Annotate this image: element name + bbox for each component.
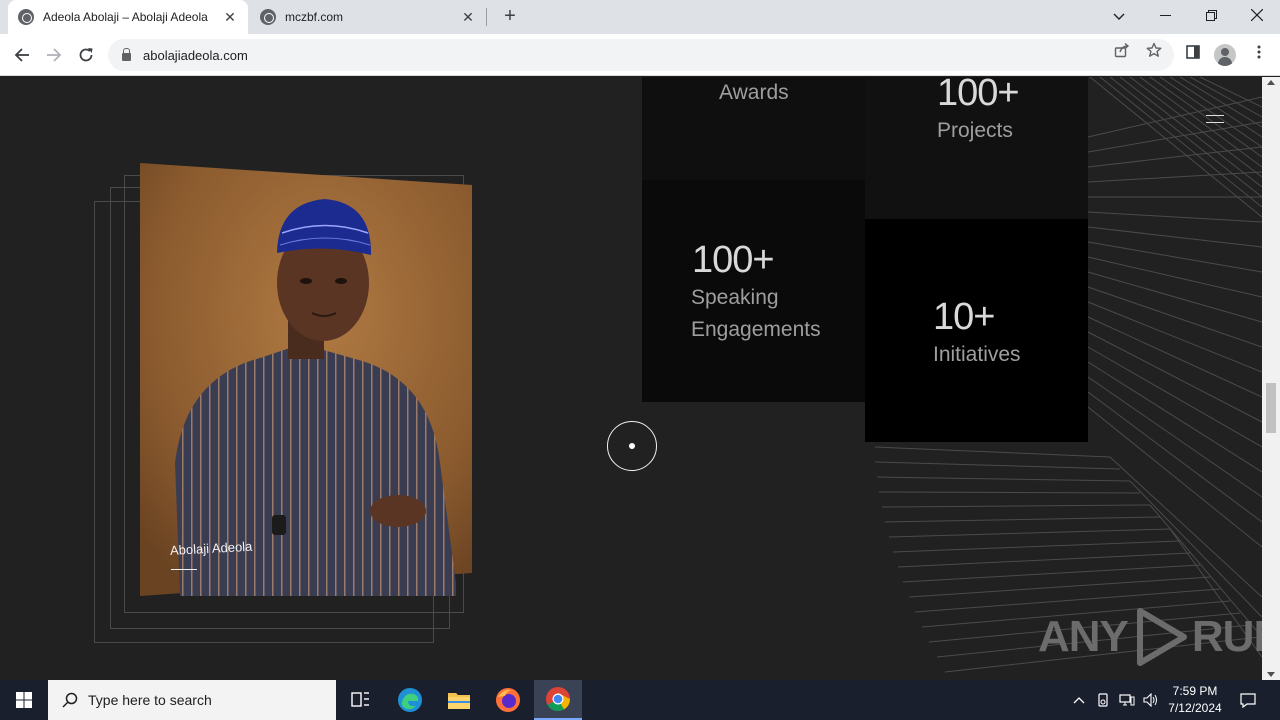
window-close-button[interactable] [1234,0,1280,34]
watermark-text-right: RUN [1191,612,1262,661]
portrait-underline [171,569,197,570]
clock-date: 7/12/2024 [1168,701,1222,715]
firefox-icon[interactable] [484,680,532,720]
clock-time: 7:59 PM [1172,684,1218,698]
stat-speaking-engagements: 100+ Speaking Engagements [642,180,865,402]
close-icon[interactable]: ✕ [222,9,238,26]
notification-icon[interactable] [1236,680,1260,720]
browser-toolbar: abolajiadeola.com [0,34,1280,76]
more-vert-icon[interactable] [1248,44,1270,66]
globe-icon [260,9,276,25]
search-icon [62,692,78,708]
stat-label: Projects [937,119,1013,142]
plus-icon[interactable]: + [498,5,522,29]
search-placeholder: Type here to search [88,692,212,708]
windows-start-button[interactable] [0,680,48,720]
device-icon[interactable] [1092,680,1114,720]
stat-label: Awards [719,81,789,104]
chevron-up-icon[interactable] [1068,680,1090,720]
stat-projects: 100+ Projects [865,77,1088,219]
stat-awards: Awards [642,77,865,180]
stat-initiatives: 10+ Initiatives [865,219,1088,442]
side-panel-icon[interactable] [1182,44,1204,66]
file-explorer-icon[interactable] [435,680,483,720]
tab-title: mczbf.com [285,10,344,24]
custom-cursor [607,421,657,471]
tab-title: Adeola Abolaji – Abolaji Adeola [43,10,208,24]
star-icon[interactable] [1146,42,1162,61]
stat-label: Initiatives [933,343,1021,366]
chevron-down-icon[interactable] [1096,0,1142,34]
task-view-icon[interactable] [336,680,384,720]
minimize-button[interactable] [1142,0,1188,34]
profile-avatar[interactable] [1214,44,1236,66]
restore-button[interactable] [1188,0,1234,34]
scroll-up-arrow-icon[interactable] [1267,80,1275,85]
globe-icon [18,9,34,25]
windows-logo-icon [16,692,32,708]
lock-icon[interactable] [122,47,131,61]
stat-number: 10+ [933,296,995,338]
play-icon [1136,608,1187,666]
scroll-down-arrow-icon[interactable] [1267,672,1275,677]
forward-arrow-icon[interactable] [42,43,66,67]
volume-icon[interactable] [1140,680,1162,720]
taskbar-clock[interactable]: 7:59 PM 7/12/2024 [1160,683,1230,717]
browser-tab-strip: Adeola Abolaji – Abolaji Adeola ✕ mczbf.… [0,0,1280,34]
stat-number: 100+ [692,239,775,281]
portrait-photo [140,163,472,596]
tab-separator [486,8,487,26]
back-arrow-icon[interactable] [10,43,34,67]
page-scrollbar[interactable] [1262,77,1280,680]
share-icon[interactable] [1114,42,1130,61]
edge-browser-icon[interactable] [386,680,434,720]
taskbar-search-input[interactable]: Type here to search [48,680,336,720]
close-icon[interactable]: ✕ [460,9,476,26]
watermark-text-left: ANY [1038,612,1129,661]
tab-mczbf[interactable]: mczbf.com ✕ [250,0,486,34]
reload-icon[interactable] [74,43,98,67]
tab-adeola-abolaji[interactable]: Adeola Abolaji – Abolaji Adeola ✕ [8,0,248,34]
address-bar[interactable]: abolajiadeola.com [108,39,1174,71]
chrome-icon[interactable] [534,680,582,720]
network-icon[interactable] [1116,680,1138,720]
windows-taskbar: Type here to search 7:59 PM 7/12/2024 [0,680,1280,720]
stat-number: 100+ [937,77,1020,114]
scroll-thumb[interactable] [1266,383,1276,433]
web-page: Awards 100+ Projects 100+ Speaking Engag… [0,77,1262,680]
anyrun-watermark: ANY RUN [1038,607,1262,667]
stat-label: Speaking Engagements [691,286,821,341]
hamburger-menu-icon[interactable] [1206,115,1224,123]
address-url: abolajiadeola.com [143,47,248,63]
